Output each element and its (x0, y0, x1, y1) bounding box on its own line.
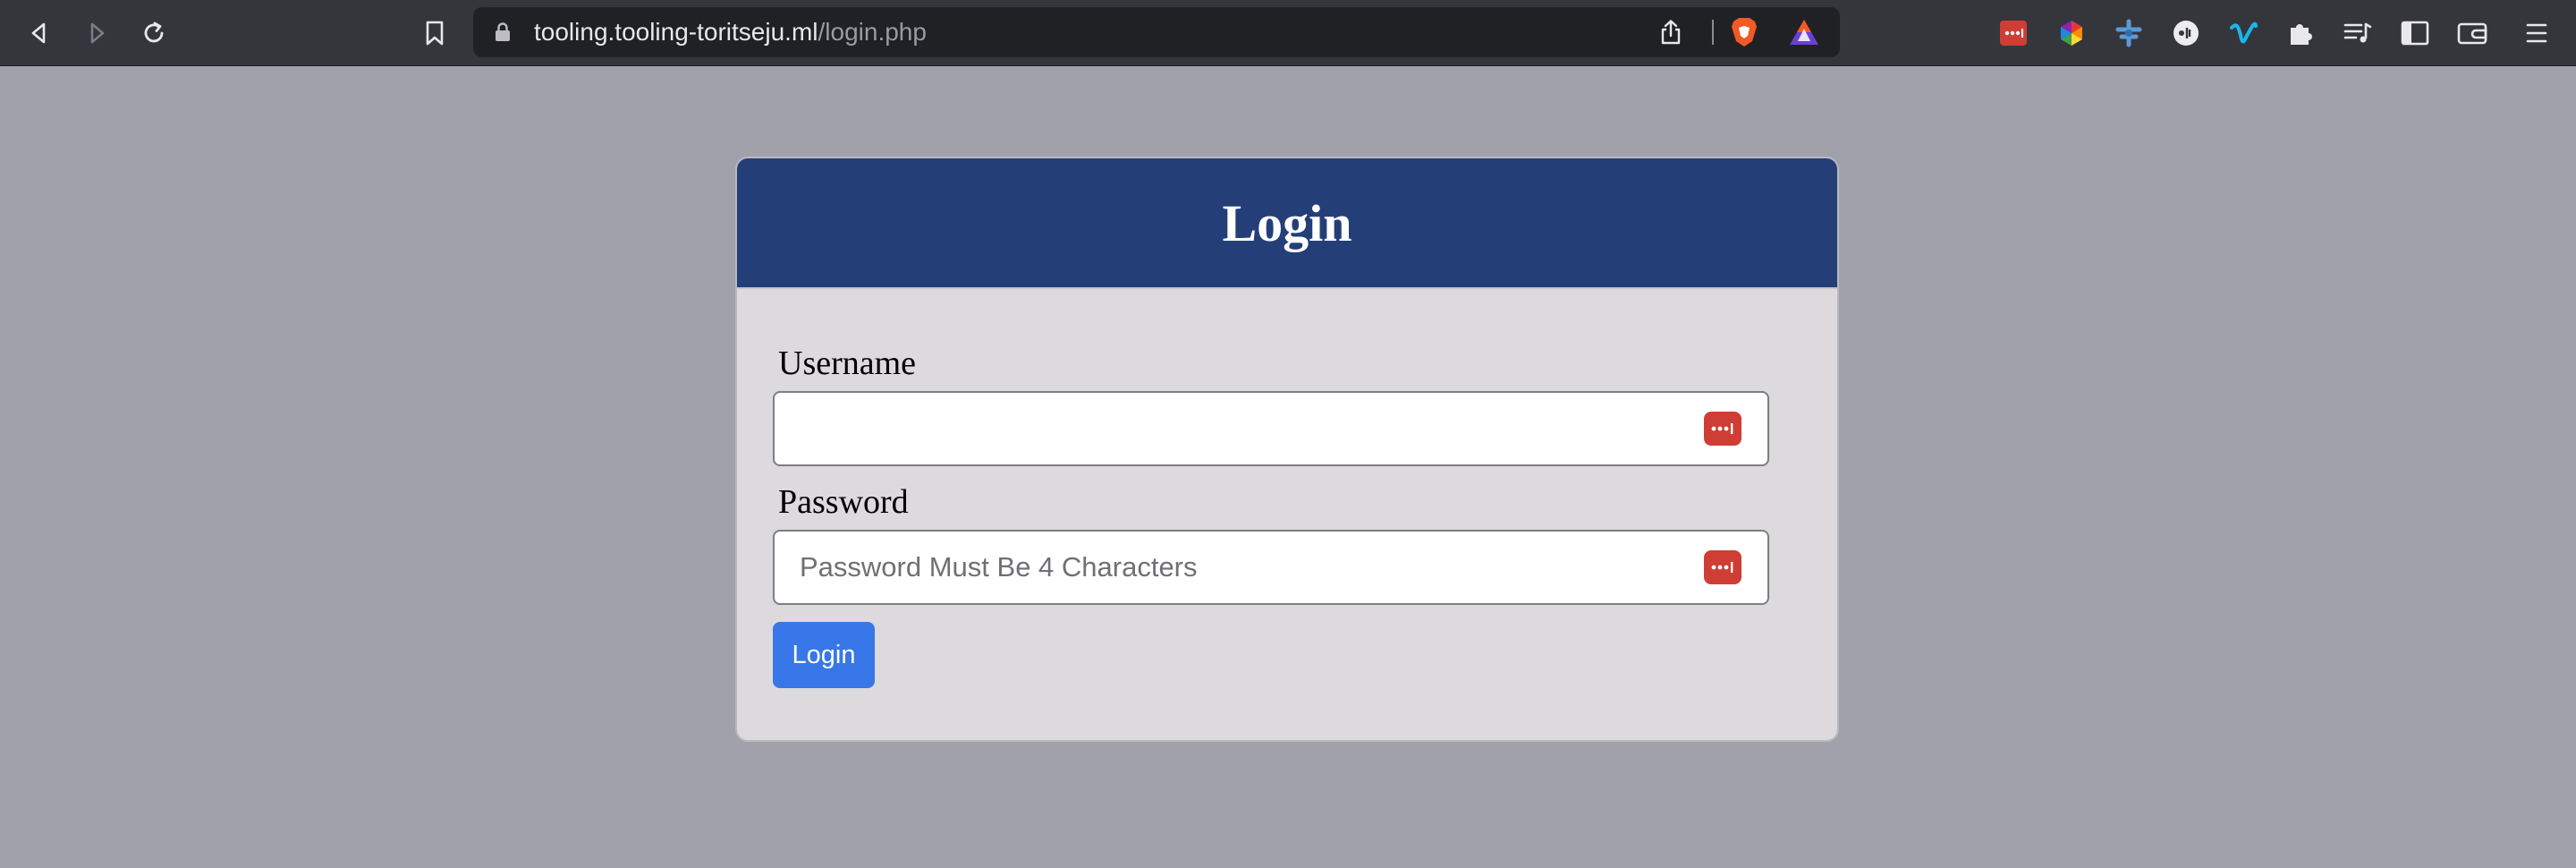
forward-arrow-icon[interactable] (79, 15, 114, 51)
login-title: Login (1222, 193, 1352, 252)
password-manager-extension-icon[interactable] (1996, 15, 2031, 51)
login-card-header: Login (737, 158, 1837, 289)
brave-rewards-icon[interactable] (1788, 18, 1820, 51)
share-icon[interactable] (1659, 19, 1682, 50)
address-bar[interactable]: tooling.tooling-toritseju.ml/login.php (473, 7, 1840, 57)
color-picker-extension-icon[interactable] (2054, 15, 2089, 51)
wallet-icon[interactable] (2454, 15, 2490, 51)
back-arrow-icon[interactable] (21, 15, 57, 51)
sidebar-icon[interactable] (2397, 15, 2433, 51)
login-card: Login Username Password Login (735, 157, 1839, 742)
bookmark-icon[interactable] (417, 15, 453, 51)
url-path: /login.php (818, 18, 927, 46)
address-bar-divider (1712, 20, 1714, 45)
playlist-icon[interactable] (2340, 15, 2376, 51)
password-manager-autofill-icon[interactable] (1704, 550, 1741, 584)
menu-icon[interactable] (2519, 15, 2555, 51)
lock-icon (495, 22, 511, 47)
url-text[interactable]: tooling.tooling-toritseju.ml/login.php (534, 7, 927, 57)
brave-shields-icon[interactable] (1729, 16, 1759, 53)
reload-icon[interactable] (136, 15, 172, 51)
puzzle-extensions-icon[interactable] (2283, 15, 2318, 51)
blue-extension-icon[interactable] (2111, 15, 2147, 51)
password-label: Password (778, 483, 909, 521)
login-button[interactable]: Login (773, 622, 875, 688)
username-label: Username (778, 345, 917, 382)
browser-toolbar: tooling.tooling-toritseju.ml/login.php (0, 0, 2576, 66)
circle-extension-icon[interactable] (2168, 15, 2204, 51)
password-input[interactable] (773, 530, 1769, 605)
username-input[interactable] (773, 391, 1769, 466)
password-manager-autofill-icon[interactable] (1704, 412, 1741, 446)
url-host: tooling.tooling-toritseju.ml (534, 18, 818, 46)
vimeo-extension-icon[interactable] (2225, 15, 2261, 51)
